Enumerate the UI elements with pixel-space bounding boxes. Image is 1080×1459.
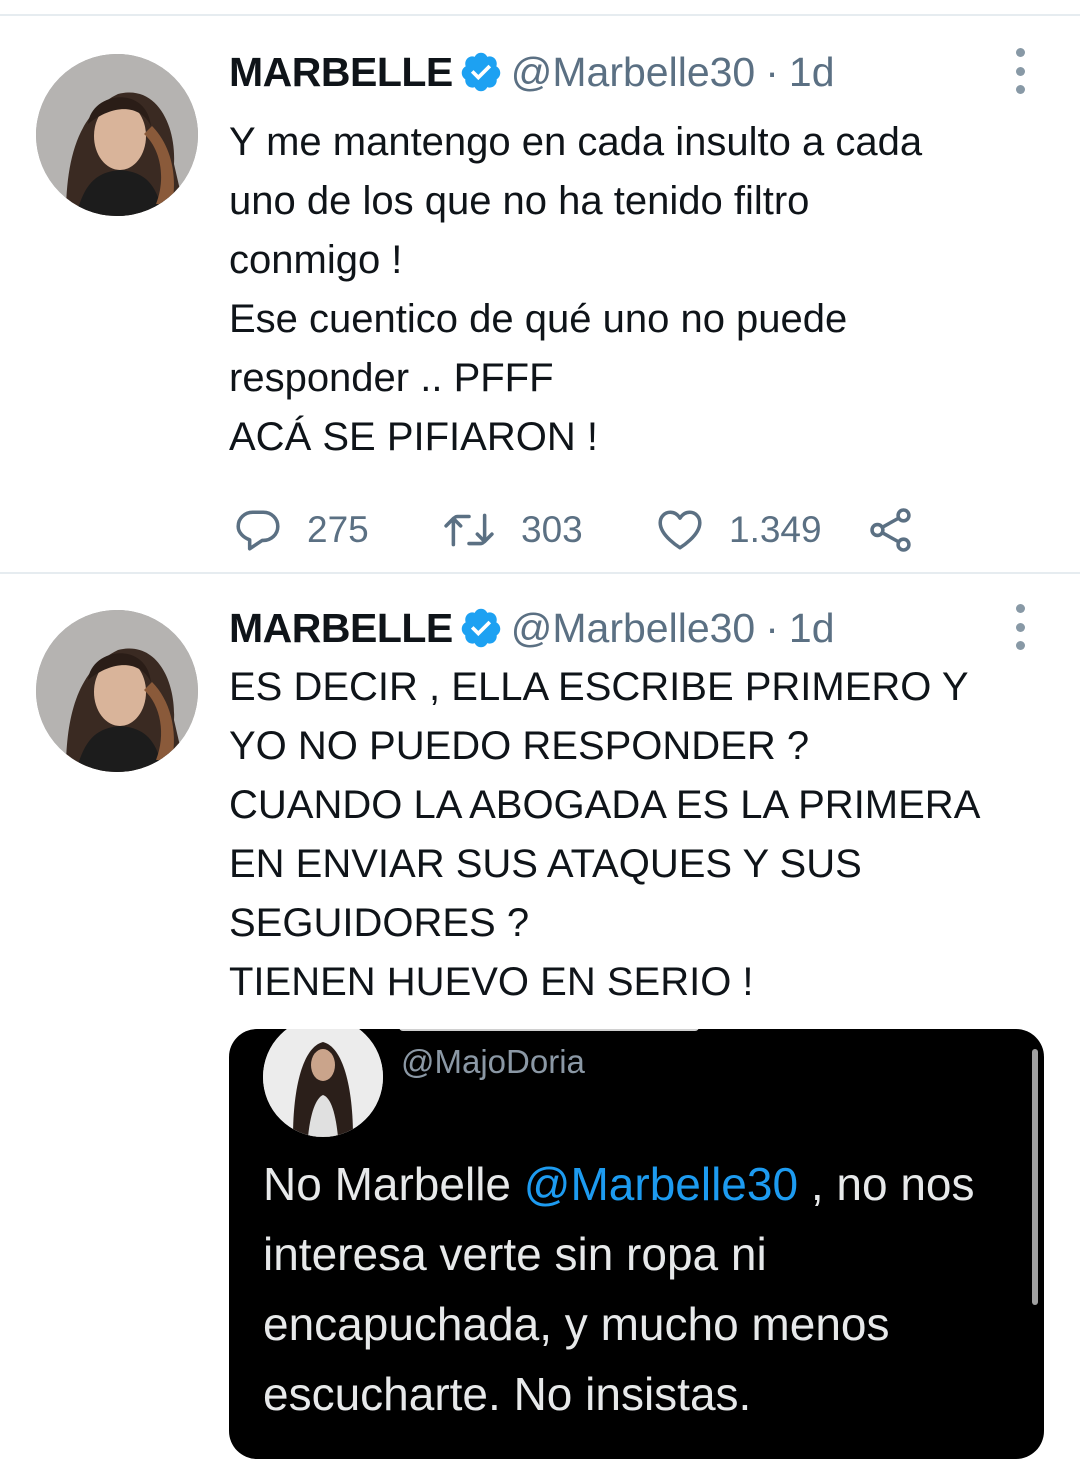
reply-count: 275 bbox=[307, 509, 369, 550]
more-vertical-icon[interactable] bbox=[1005, 48, 1035, 94]
quoted-handle: @MajoDoria bbox=[401, 1043, 585, 1080]
tweet-actions: 275 303 1.349 bbox=[0, 500, 1080, 560]
share-icon bbox=[870, 508, 911, 552]
tweet-text-line: conmigo ! bbox=[229, 238, 403, 282]
quoted-avatar bbox=[263, 1029, 383, 1137]
author-avatar[interactable] bbox=[36, 54, 198, 216]
quoted-text-line: No Marbelle @Marbelle30 , no nos bbox=[263, 1149, 1023, 1219]
tweet-text-line: Y me mantengo en cada insulto a cada bbox=[229, 120, 923, 164]
quoted-text-line: encapuchada, y mucho menos bbox=[263, 1298, 890, 1350]
reply-button[interactable]: 275 bbox=[233, 500, 369, 560]
author-handle[interactable]: @Marbelle30 bbox=[511, 42, 755, 102]
tweet-header: MARBELLE @Marbelle30 · 1d bbox=[229, 42, 835, 102]
tweet-text-line: Ese cuentico de qué uno no puede bbox=[229, 297, 848, 341]
more-vertical-icon[interactable] bbox=[1005, 604, 1035, 650]
separator-dot: · bbox=[765, 605, 779, 651]
retweet-count: 303 bbox=[521, 509, 583, 550]
author-handle[interactable]: @Marbelle30 bbox=[511, 598, 755, 658]
tweet-1[interactable]: MARBELLE @Marbelle30 · 1d Y me mantengo … bbox=[0, 42, 1080, 562]
quoted-text-after-mention: , no nos bbox=[798, 1158, 975, 1210]
tweet-time[interactable]: 1d bbox=[789, 598, 835, 658]
share-button[interactable] bbox=[866, 500, 916, 560]
author-avatar[interactable] bbox=[36, 610, 198, 772]
quoted-avatar-photo bbox=[263, 1029, 383, 1137]
like-button[interactable]: 1.349 bbox=[655, 500, 822, 560]
tweet-text-line: uno de los que no ha tenido filtro bbox=[229, 179, 810, 223]
top-divider bbox=[0, 14, 1080, 16]
tweet-text-line: ACÁ SE PIFIARON ! bbox=[229, 415, 598, 459]
avatar-photo bbox=[36, 610, 198, 772]
cropped-display-name bbox=[399, 1029, 699, 1033]
tweet-text-line: EN ENVIAR SUS ATAQUES Y SUS bbox=[229, 842, 862, 886]
verified-badge-icon bbox=[461, 52, 501, 92]
tweet-text-line: responder .. PFFF bbox=[229, 356, 554, 400]
avatar-photo bbox=[36, 54, 198, 216]
quoted-text: No Marbelle @Marbelle30 , no nos interes… bbox=[263, 1149, 1023, 1429]
tweet-text: Y me mantengo en cada insulto a cada uno… bbox=[229, 113, 1049, 467]
quoted-mention: @Marbelle30 bbox=[523, 1158, 799, 1210]
tweet-text-line: CUANDO LA ABOGADA ES LA PRIMERA bbox=[229, 783, 981, 827]
reply-icon bbox=[236, 510, 280, 551]
tweet-text-line: SEGUIDORES ? bbox=[229, 901, 530, 945]
heart-icon bbox=[658, 510, 702, 550]
attached-image[interactable]: @MajoDoria No Marbelle @Marbelle30 , no … bbox=[229, 1029, 1044, 1459]
like-count: 1.349 bbox=[729, 509, 822, 550]
separator-dot: · bbox=[765, 49, 779, 95]
quoted-text-start: No Marbelle bbox=[263, 1158, 524, 1210]
quoted-scrollbar bbox=[1032, 1049, 1038, 1305]
quoted-text-line: interesa verte sin ropa ni bbox=[263, 1228, 767, 1280]
quoted-text-line: escucharte. No insistas. bbox=[263, 1368, 752, 1420]
author-name[interactable]: MARBELLE bbox=[229, 42, 453, 102]
retweet-icon bbox=[444, 513, 494, 547]
tweet-time[interactable]: 1d bbox=[789, 42, 835, 102]
tweet-text-line: TIENEN HUEVO EN SERIO ! bbox=[229, 960, 754, 1004]
author-name[interactable]: MARBELLE bbox=[229, 598, 453, 658]
tweet-text-line: YO NO PUEDO RESPONDER ? bbox=[229, 724, 810, 768]
retweet-button[interactable]: 303 bbox=[441, 500, 583, 560]
tweet-divider bbox=[0, 572, 1080, 574]
tweet-text: ES DECIR , ELLA ESCRIBE PRIMERO Y YO NO … bbox=[229, 658, 1049, 1012]
tweet-text-line: ES DECIR , ELLA ESCRIBE PRIMERO Y bbox=[229, 665, 969, 709]
verified-badge-icon bbox=[461, 608, 501, 648]
tweet-header: MARBELLE @Marbelle30 · 1d bbox=[229, 598, 835, 658]
